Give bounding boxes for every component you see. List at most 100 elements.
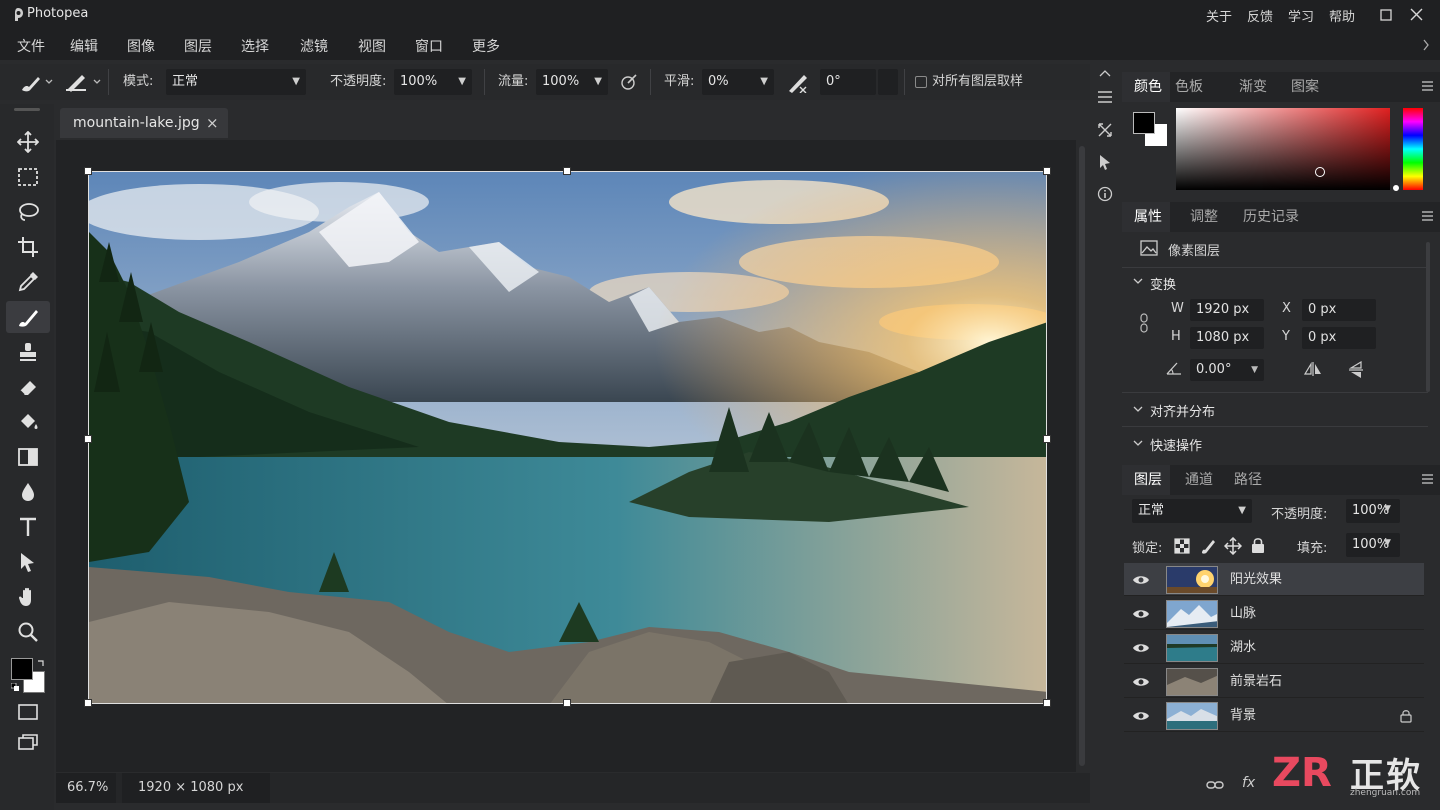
eraser-tool-icon[interactable] bbox=[6, 371, 50, 403]
menu-more[interactable]: 更多 bbox=[472, 36, 500, 56]
path-select-tool-icon[interactable] bbox=[6, 546, 50, 578]
tab-history[interactable]: 历史记录 bbox=[1243, 202, 1299, 232]
titlebar-link-learn[interactable]: 学习 bbox=[1288, 6, 1314, 25]
chevron-down-icon[interactable]: ▼ bbox=[1384, 504, 1391, 514]
chevron-down-icon[interactable] bbox=[1133, 439, 1143, 447]
angle-input[interactable]: 0° bbox=[820, 69, 876, 95]
menu-select[interactable]: 选择 bbox=[241, 36, 269, 56]
angle-stepper[interactable] bbox=[878, 69, 898, 95]
visibility-eye-icon[interactable] bbox=[1132, 707, 1150, 725]
hue-slider[interactable] bbox=[1403, 108, 1423, 190]
smoothing-input[interactable]: 0% ▼ bbox=[702, 69, 774, 95]
menu-lines-icon[interactable] bbox=[1097, 90, 1113, 104]
visibility-eye-icon[interactable] bbox=[1132, 673, 1150, 691]
transform-handle[interactable] bbox=[1043, 699, 1051, 707]
transform-section-title[interactable]: 变换 bbox=[1150, 274, 1176, 293]
quick-actions-title[interactable]: 快速操作 bbox=[1150, 435, 1202, 454]
fill-input[interactable]: 100% bbox=[1346, 533, 1400, 557]
menu-edit[interactable]: 编辑 bbox=[70, 36, 98, 56]
zoom-level[interactable]: 66.7% bbox=[56, 773, 116, 803]
link-dimensions-icon[interactable] bbox=[1138, 313, 1156, 335]
document-tab[interactable]: mountain-lake.jpg × bbox=[60, 108, 228, 138]
transform-handle[interactable] bbox=[563, 167, 571, 175]
transform-handle[interactable] bbox=[84, 699, 92, 707]
opacity-input[interactable]: 100% ▼ bbox=[394, 69, 472, 95]
transform-handle[interactable] bbox=[1043, 167, 1051, 175]
airbrush-icon[interactable] bbox=[619, 72, 639, 92]
layer-row[interactable]: 山脉 bbox=[1124, 597, 1424, 630]
flip-vertical-icon[interactable] bbox=[1348, 361, 1364, 379]
menu-layer[interactable]: 图层 bbox=[184, 36, 212, 56]
panel-menu-icon[interactable] bbox=[1422, 211, 1433, 221]
hand-tool-icon[interactable] bbox=[6, 581, 50, 613]
lock-position-icon[interactable] bbox=[1224, 537, 1242, 555]
mode-select[interactable]: 正常 ▼ bbox=[166, 69, 306, 95]
tab-adjustments[interactable]: 调整 bbox=[1190, 202, 1218, 232]
tab-patterns[interactable]: 图案 bbox=[1291, 72, 1319, 102]
transform-handle[interactable] bbox=[1043, 435, 1051, 443]
link-layers-icon[interactable] bbox=[1206, 778, 1224, 792]
properties-scrollbar[interactable] bbox=[1426, 242, 1430, 392]
scrollbar-thumb[interactable] bbox=[1079, 146, 1085, 766]
visibility-eye-icon[interactable] bbox=[1132, 605, 1150, 623]
layer-row[interactable]: 阳光效果 bbox=[1124, 563, 1424, 596]
transform-handle[interactable] bbox=[84, 167, 92, 175]
lock-all-icon[interactable] bbox=[1251, 537, 1265, 553]
width-input[interactable]: 1920 px bbox=[1190, 299, 1264, 321]
sample-all-checkbox[interactable] bbox=[915, 76, 927, 88]
screen-mode-icon[interactable] bbox=[6, 726, 50, 758]
quick-mask-icon[interactable] bbox=[6, 696, 50, 728]
layer-row[interactable]: 湖水 bbox=[1124, 631, 1424, 664]
chevron-right-icon[interactable] bbox=[1422, 39, 1430, 51]
color-swatches[interactable] bbox=[11, 658, 47, 694]
color-picker-field[interactable] bbox=[1176, 108, 1399, 191]
lasso-tool-icon[interactable] bbox=[6, 196, 50, 228]
foreground-color-swatch[interactable] bbox=[11, 658, 33, 680]
panel-menu-icon[interactable] bbox=[1422, 474, 1433, 484]
blur-tool-icon[interactable] bbox=[6, 476, 50, 508]
menu-window[interactable]: 窗口 bbox=[415, 36, 443, 56]
swap-colors-icon[interactable] bbox=[37, 658, 46, 667]
maximize-icon[interactable] bbox=[1380, 9, 1392, 21]
visibility-eye-icon[interactable] bbox=[1132, 639, 1150, 657]
panel-foreground-swatch[interactable] bbox=[1133, 112, 1155, 134]
marquee-tool-icon[interactable] bbox=[6, 161, 50, 193]
text-tool-icon[interactable] bbox=[6, 511, 50, 543]
flow-input[interactable]: 100% ▼ bbox=[536, 69, 608, 95]
titlebar-link-feedback[interactable]: 反馈 bbox=[1247, 6, 1273, 25]
brush-angle-icon[interactable] bbox=[786, 71, 810, 93]
tab-paths[interactable]: 路径 bbox=[1234, 465, 1262, 495]
default-colors-icon[interactable] bbox=[11, 683, 20, 692]
x-input[interactable]: 0 px bbox=[1302, 299, 1376, 321]
transform-handle[interactable] bbox=[84, 435, 92, 443]
brush-preset-icon[interactable] bbox=[18, 71, 54, 93]
paint-bucket-tool-icon[interactable] bbox=[6, 406, 50, 438]
chevron-down-icon[interactable] bbox=[1133, 405, 1143, 413]
titlebar-link-about[interactable]: 关于 bbox=[1206, 6, 1232, 25]
pointer-icon[interactable] bbox=[1098, 154, 1112, 170]
tab-channels[interactable]: 通道 bbox=[1185, 465, 1213, 495]
canvas-image[interactable] bbox=[88, 171, 1047, 704]
tab-layers[interactable]: 图层 bbox=[1122, 465, 1170, 495]
panel-menu-icon[interactable] bbox=[1422, 81, 1433, 91]
menu-filter[interactable]: 滤镜 bbox=[300, 36, 328, 56]
close-window-icon[interactable] bbox=[1410, 8, 1423, 21]
panel-color-swatches[interactable] bbox=[1133, 112, 1169, 148]
vertical-scrollbar[interactable] bbox=[1076, 140, 1088, 772]
close-tab-icon[interactable]: × bbox=[206, 108, 219, 138]
height-input[interactable]: 1080 px bbox=[1190, 327, 1264, 349]
lock-pixels-icon[interactable] bbox=[1200, 538, 1216, 554]
y-input[interactable]: 0 px bbox=[1302, 327, 1376, 349]
tab-properties[interactable]: 属性 bbox=[1122, 202, 1170, 232]
collapse-up-icon[interactable] bbox=[1099, 69, 1111, 77]
menu-file[interactable]: 文件 bbox=[17, 36, 45, 56]
layer-row[interactable]: 背景 bbox=[1124, 699, 1424, 732]
menu-view[interactable]: 视图 bbox=[358, 36, 386, 56]
stamp-tool-icon[interactable] bbox=[6, 336, 50, 368]
gradient-tool-icon[interactable] bbox=[6, 441, 50, 473]
color-picker-cursor[interactable] bbox=[1315, 167, 1325, 177]
layer-row[interactable]: 前景岩石 bbox=[1124, 665, 1424, 698]
brush-size-icon[interactable] bbox=[64, 71, 104, 93]
layer-opacity-input[interactable]: 100% bbox=[1346, 499, 1400, 523]
brush-tool-icon[interactable] bbox=[6, 301, 50, 333]
